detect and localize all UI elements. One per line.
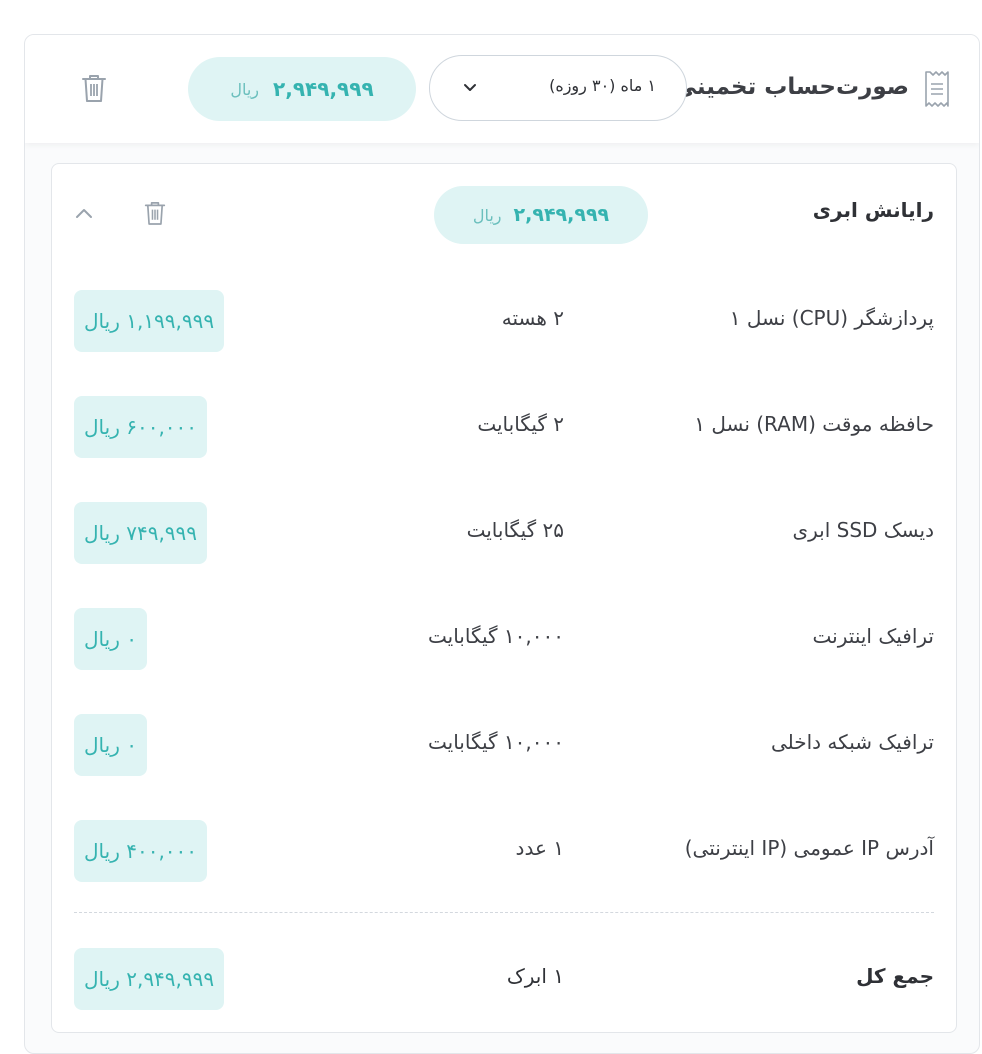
line-item: ترافیک اینترنت ۱۰,۰۰۰ گیگابایت ۰ ریال xyxy=(52,606,956,670)
item-quantity: ۱۰,۰۰۰ گیگابایت xyxy=(428,730,564,754)
period-selected-value: ۱ ماه (۳۰ روزه) xyxy=(549,76,656,95)
line-item: ترافیک شبکه داخلی ۱۰,۰۰۰ گیگابایت ۰ ریال xyxy=(52,712,956,776)
invoice-total-unit: ریال xyxy=(230,79,260,99)
line-item: دیسک SSD ابری ۲۵ گیگابایت ۷۴۹,۹۹۹ ریال xyxy=(52,500,956,564)
cloud-compute-section: رایانش ابری ۲,۹۴۹,۹۹۹ ریال پردازشگر (CPU… xyxy=(51,163,957,1033)
estimated-invoice-panel: صورت‌حساب تخمینی ۱ ماه (۳۰ روزه) ۲,۹۴۹,۹… xyxy=(24,34,980,1054)
period-select[interactable]: ۱ ماه (۳۰ روزه) xyxy=(429,55,687,121)
grand-total-label: جمع کل xyxy=(856,964,934,988)
item-quantity: ۱۰,۰۰۰ گیگابایت xyxy=(428,624,564,648)
item-price: ۰ ریال xyxy=(74,608,147,670)
section-total-amount: ۲,۹۴۹,۹۹۹ xyxy=(513,204,610,226)
item-price: ۱,۱۹۹,۹۹۹ ریال xyxy=(74,290,225,352)
section-title: رایانش ابری xyxy=(812,198,934,222)
item-label: ترافیک شبکه داخلی xyxy=(770,730,934,754)
item-quantity: ۲۵ گیگابایت xyxy=(466,518,564,542)
item-quantity: ۲ گیگابایت xyxy=(477,412,564,436)
section-total-unit: ریال xyxy=(472,205,502,225)
dashed-divider xyxy=(74,912,934,913)
item-price: ۶۰۰,۰۰۰ ریال xyxy=(74,396,208,458)
item-label: آدرس IP عمومی (IP اینترنتی) xyxy=(684,836,934,860)
item-quantity: ۲ هسته xyxy=(501,306,564,330)
item-price: ۴۰۰,۰۰۰ ریال xyxy=(74,820,208,882)
invoice-title: صورت‌حساب تخمینی xyxy=(673,74,909,100)
trash-icon[interactable] xyxy=(144,200,166,226)
line-item: حافظه موقت (RAM) نسل ۱ ۲ گیگابایت ۶۰۰,۰۰… xyxy=(52,394,956,458)
chevron-up-icon[interactable] xyxy=(74,206,94,220)
item-quantity: ۱ عدد xyxy=(515,836,564,860)
line-item: پردازشگر (CPU) نسل ۱ ۲ هسته ۱,۱۹۹,۹۹۹ ری… xyxy=(52,288,956,352)
invoice-total-badge: ۲,۹۴۹,۹۹۹ ریال xyxy=(188,57,416,121)
item-label: پردازشگر (CPU) نسل ۱ xyxy=(729,306,934,330)
receipt-icon xyxy=(925,71,949,107)
invoice-header: صورت‌حساب تخمینی ۱ ماه (۳۰ روزه) ۲,۹۴۹,۹… xyxy=(25,35,979,143)
line-item: آدرس IP عمومی (IP اینترنتی) ۱ عدد ۴۰۰,۰۰… xyxy=(52,818,956,882)
grand-total-quantity: ۱ ابرک xyxy=(506,964,564,988)
grand-total-row: جمع کل ۱ ابرک ۲,۹۴۹,۹۹۹ ریال xyxy=(52,946,956,1010)
trash-icon[interactable] xyxy=(81,73,107,103)
item-price: ۰ ریال xyxy=(74,714,147,776)
item-label: حافظه موقت (RAM) نسل ۱ xyxy=(694,412,934,436)
item-price: ۷۴۹,۹۹۹ ریال xyxy=(74,502,208,564)
grand-total-price: ۲,۹۴۹,۹۹۹ ریال xyxy=(74,948,225,1010)
section-total-badge: ۲,۹۴۹,۹۹۹ ریال xyxy=(434,186,648,244)
invoice-total-amount: ۲,۹۴۹,۹۹۹ xyxy=(273,77,374,101)
item-label: دیسک SSD ابری xyxy=(792,518,934,542)
item-label: ترافیک اینترنت xyxy=(812,624,934,648)
chevron-down-icon xyxy=(464,84,476,91)
